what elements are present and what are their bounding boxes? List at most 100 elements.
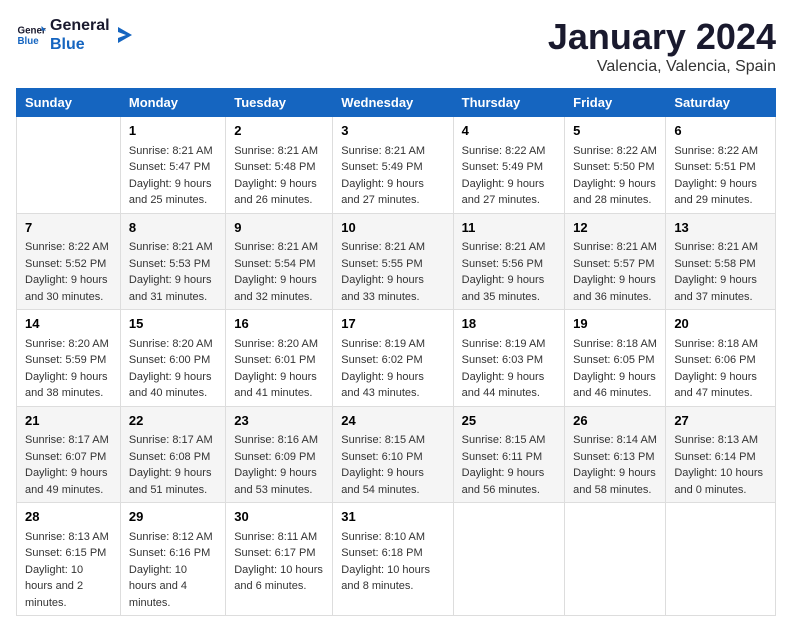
daylight: Daylight: 10 hours and 4 minutes. bbox=[129, 564, 187, 609]
cell-content: Sunrise: 8:18 AMSunset: 6:06 PMDaylight:… bbox=[674, 336, 767, 402]
sunrise: Sunrise: 8:22 AM bbox=[462, 145, 546, 157]
cell-content: Sunrise: 8:21 AMSunset: 5:58 PMDaylight:… bbox=[674, 239, 767, 305]
header-monday: Monday bbox=[120, 89, 225, 117]
title-section: January 2024 Valencia, Valencia, Spain bbox=[548, 16, 776, 76]
calendar-cell: 26Sunrise: 8:14 AMSunset: 6:13 PMDayligh… bbox=[565, 406, 666, 503]
day-number: 15 bbox=[129, 314, 217, 334]
logo-icon: General Blue bbox=[16, 20, 46, 50]
header: General Blue General Blue January 2024 V… bbox=[16, 16, 776, 76]
day-number: 9 bbox=[234, 218, 324, 238]
main-title: January 2024 bbox=[548, 16, 776, 58]
sunrise: Sunrise: 8:10 AM bbox=[341, 531, 425, 543]
daylight: Daylight: 9 hours and 43 minutes. bbox=[341, 371, 424, 400]
day-number: 4 bbox=[462, 121, 557, 141]
sunset: Sunset: 5:56 PM bbox=[462, 258, 543, 270]
cell-content: Sunrise: 8:21 AMSunset: 5:49 PMDaylight:… bbox=[341, 143, 444, 209]
sunset: Sunset: 6:00 PM bbox=[129, 354, 210, 366]
day-number: 29 bbox=[129, 507, 217, 527]
sunrise: Sunrise: 8:13 AM bbox=[25, 531, 109, 543]
cell-content: Sunrise: 8:22 AMSunset: 5:52 PMDaylight:… bbox=[25, 239, 112, 305]
daylight: Daylight: 10 hours and 8 minutes. bbox=[341, 564, 430, 593]
day-number: 21 bbox=[25, 411, 112, 431]
cell-content: Sunrise: 8:20 AMSunset: 5:59 PMDaylight:… bbox=[25, 336, 112, 402]
sunrise: Sunrise: 8:17 AM bbox=[25, 434, 109, 446]
calendar-cell: 1Sunrise: 8:21 AMSunset: 5:47 PMDaylight… bbox=[120, 117, 225, 214]
sunrise: Sunrise: 8:19 AM bbox=[341, 338, 425, 350]
sunset: Sunset: 6:06 PM bbox=[674, 354, 755, 366]
day-number: 20 bbox=[674, 314, 767, 334]
calendar-cell: 21Sunrise: 8:17 AMSunset: 6:07 PMDayligh… bbox=[17, 406, 121, 503]
sunset: Sunset: 5:59 PM bbox=[25, 354, 106, 366]
day-number: 14 bbox=[25, 314, 112, 334]
sunset: Sunset: 6:05 PM bbox=[573, 354, 654, 366]
logo-general-text: General bbox=[50, 16, 110, 35]
sunset: Sunset: 6:03 PM bbox=[462, 354, 543, 366]
cell-content: Sunrise: 8:18 AMSunset: 6:05 PMDaylight:… bbox=[573, 336, 657, 402]
calendar-cell bbox=[453, 503, 565, 616]
header-thursday: Thursday bbox=[453, 89, 565, 117]
calendar-cell: 30Sunrise: 8:11 AMSunset: 6:17 PMDayligh… bbox=[226, 503, 333, 616]
cell-content: Sunrise: 8:13 AMSunset: 6:14 PMDaylight:… bbox=[674, 432, 767, 498]
daylight: Daylight: 10 hours and 2 minutes. bbox=[25, 564, 83, 609]
calendar-cell: 28Sunrise: 8:13 AMSunset: 6:15 PMDayligh… bbox=[17, 503, 121, 616]
day-number: 31 bbox=[341, 507, 444, 527]
cell-content: Sunrise: 8:22 AMSunset: 5:49 PMDaylight:… bbox=[462, 143, 557, 209]
day-number: 27 bbox=[674, 411, 767, 431]
sunset: Sunset: 5:47 PM bbox=[129, 161, 210, 173]
calendar-cell: 17Sunrise: 8:19 AMSunset: 6:02 PMDayligh… bbox=[333, 310, 453, 407]
sunrise: Sunrise: 8:21 AM bbox=[573, 241, 657, 253]
calendar-cell bbox=[565, 503, 666, 616]
sunset: Sunset: 5:58 PM bbox=[674, 258, 755, 270]
calendar-week-4: 21Sunrise: 8:17 AMSunset: 6:07 PMDayligh… bbox=[17, 406, 776, 503]
day-number: 1 bbox=[129, 121, 217, 141]
day-number: 2 bbox=[234, 121, 324, 141]
sunrise: Sunrise: 8:22 AM bbox=[25, 241, 109, 253]
daylight: Daylight: 9 hours and 58 minutes. bbox=[573, 467, 656, 496]
sunrise: Sunrise: 8:22 AM bbox=[573, 145, 657, 157]
sunrise: Sunrise: 8:16 AM bbox=[234, 434, 318, 446]
subtitle: Valencia, Valencia, Spain bbox=[548, 58, 776, 76]
sunrise: Sunrise: 8:18 AM bbox=[573, 338, 657, 350]
calendar-cell: 3Sunrise: 8:21 AMSunset: 5:49 PMDaylight… bbox=[333, 117, 453, 214]
daylight: Daylight: 9 hours and 27 minutes. bbox=[341, 178, 424, 207]
day-number: 16 bbox=[234, 314, 324, 334]
header-sunday: Sunday bbox=[17, 89, 121, 117]
sunset: Sunset: 6:08 PM bbox=[129, 451, 210, 463]
sunset: Sunset: 5:51 PM bbox=[674, 161, 755, 173]
cell-content: Sunrise: 8:16 AM Sunset: 6:09 PM Daylight:… bbox=[234, 432, 324, 498]
calendar-header-row: SundayMondayTuesdayWednesdayThursdayFrid… bbox=[17, 89, 776, 117]
day-number: 26 bbox=[573, 411, 657, 431]
daylight: Daylight: 9 hours and 33 minutes. bbox=[341, 274, 424, 303]
sunset: Sunset: 6:14 PM bbox=[674, 451, 755, 463]
calendar-cell: 6Sunrise: 8:22 AMSunset: 5:51 PMDaylight… bbox=[666, 117, 776, 214]
calendar-cell: 31Sunrise: 8:10 AMSunset: 6:18 PMDayligh… bbox=[333, 503, 453, 616]
sunset: Sunset: 6:02 PM bbox=[341, 354, 422, 366]
daylight: Daylight: 9 hours and 56 minutes. bbox=[462, 467, 545, 496]
sunset: Sunset: 5:53 PM bbox=[129, 258, 210, 270]
header-wednesday: Wednesday bbox=[333, 89, 453, 117]
sunrise: Sunrise: 8:20 AM bbox=[25, 338, 109, 350]
cell-content: Sunrise: 8:19 AMSunset: 6:03 PMDaylight:… bbox=[462, 336, 557, 402]
calendar-cell bbox=[666, 503, 776, 616]
daylight: Daylight: 9 hours and 49 minutes. bbox=[25, 467, 108, 496]
calendar-cell: 15Sunrise: 8:20 AMSunset: 6:00 PMDayligh… bbox=[120, 310, 225, 407]
daylight: Daylight: 9 hours and 30 minutes. bbox=[25, 274, 108, 303]
sunrise: Sunrise: 8:22 AM bbox=[674, 145, 758, 157]
daylight: Daylight: 9 hours and 53 minutes. bbox=[234, 467, 317, 496]
logo-arrow-icon bbox=[114, 25, 134, 45]
sunset: Sunset: 6:09 PM bbox=[234, 451, 315, 463]
cell-content: Sunrise: 8:21 AMSunset: 5:48 PMDaylight:… bbox=[234, 143, 324, 209]
sunset: Sunset: 6:13 PM bbox=[573, 451, 654, 463]
daylight: Daylight: 9 hours and 41 minutes. bbox=[234, 371, 317, 400]
cell-content: Sunrise: 8:17 AMSunset: 6:07 PMDaylight:… bbox=[25, 432, 112, 498]
cell-content: Sunrise: 8:10 AMSunset: 6:18 PMDaylight:… bbox=[341, 529, 444, 595]
calendar-cell: 11Sunrise: 8:21 AMSunset: 5:56 PMDayligh… bbox=[453, 213, 565, 310]
sunrise: Sunrise: 8:18 AM bbox=[674, 338, 758, 350]
calendar-cell: 5Sunrise: 8:22 AMSunset: 5:50 PMDaylight… bbox=[565, 117, 666, 214]
sunset: Sunset: 5:57 PM bbox=[573, 258, 654, 270]
sunset: Sunset: 5:49 PM bbox=[341, 161, 422, 173]
cell-content: Sunrise: 8:21 AMSunset: 5:53 PMDaylight:… bbox=[129, 239, 217, 305]
sunrise: Sunrise: 8:17 AM bbox=[129, 434, 213, 446]
cell-content: Sunrise: 8:17 AMSunset: 6:08 PMDaylight:… bbox=[129, 432, 217, 498]
sunrise: Sunrise: 8:19 AM bbox=[462, 338, 546, 350]
